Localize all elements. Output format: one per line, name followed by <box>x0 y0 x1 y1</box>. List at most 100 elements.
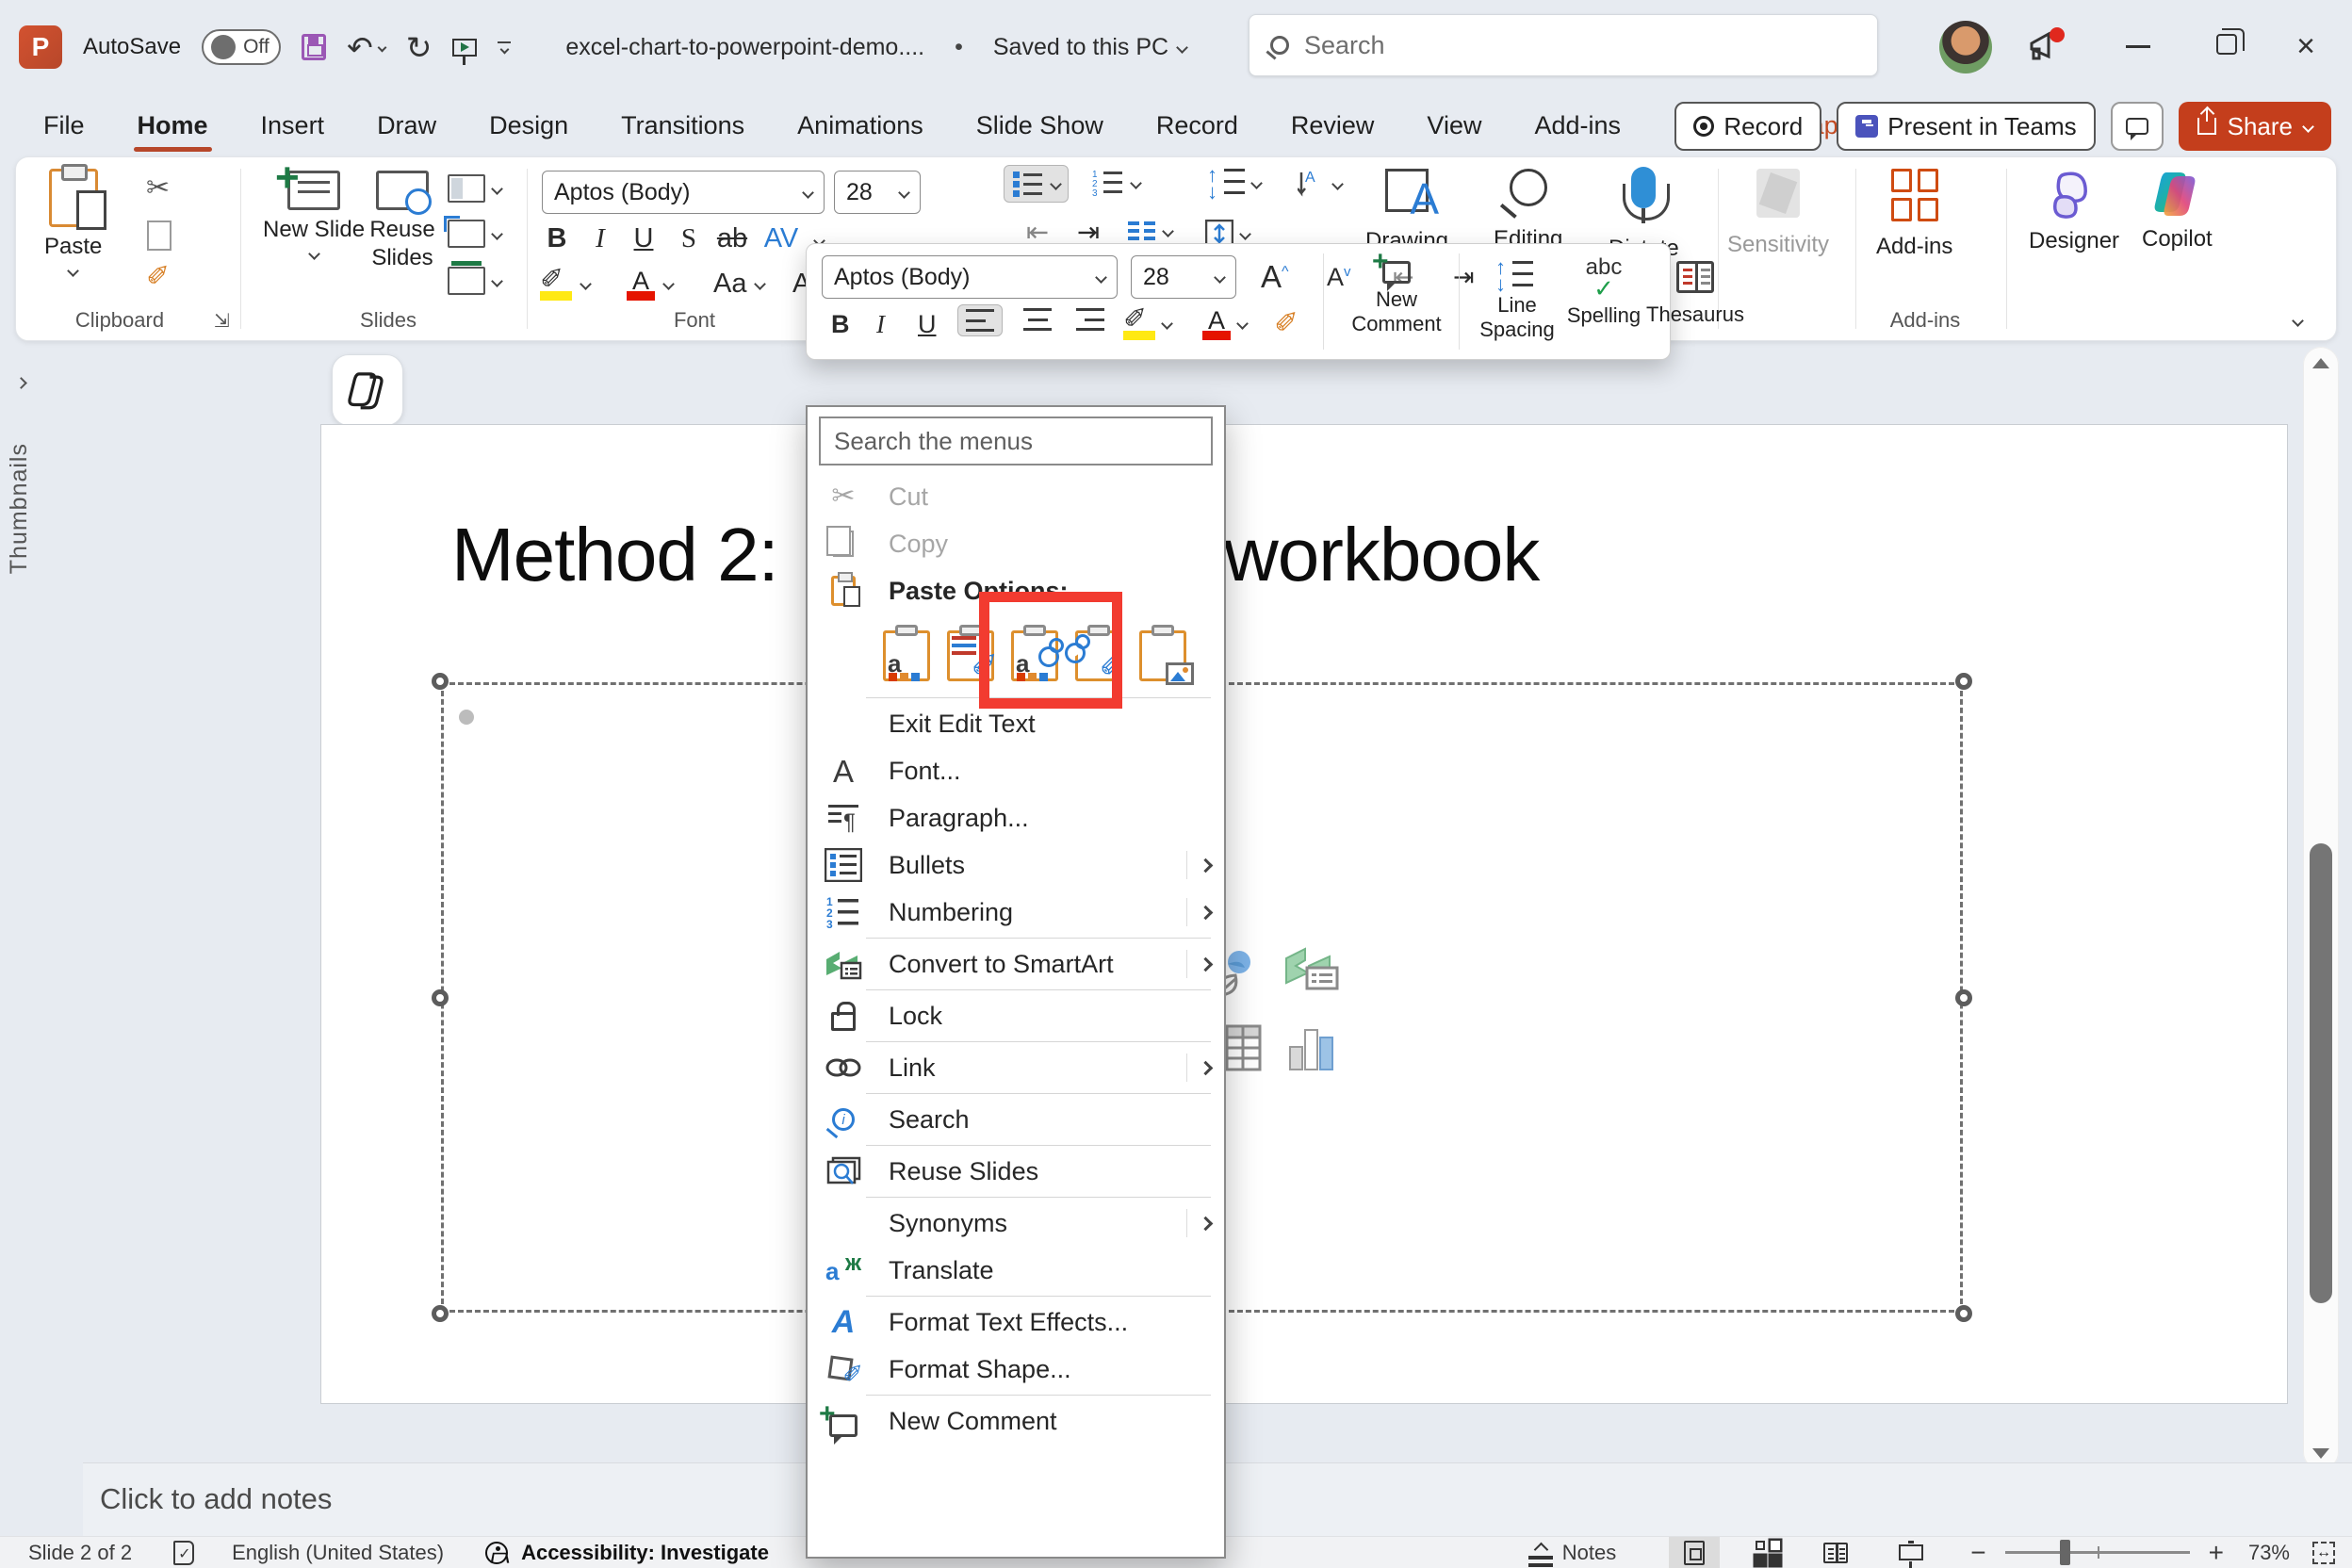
mini-align-left-button[interactable] <box>957 304 1003 336</box>
share-button[interactable]: Share <box>2179 102 2331 151</box>
resize-handle-middle-right[interactable] <box>1955 989 1972 1006</box>
search-input[interactable] <box>1304 31 1775 60</box>
expand-thumbnails-chevron[interactable] <box>15 377 27 389</box>
mini-spelling-button[interactable]: abc✓ Spelling <box>1560 257 1647 328</box>
restore-button[interactable] <box>2216 34 2237 55</box>
menu-item-new-comment[interactable]: New Comment <box>808 1397 1224 1445</box>
vertical-scrollbar[interactable] <box>2303 347 2339 1470</box>
clipboard-dialog-launcher[interactable]: ⇲ <box>214 312 230 331</box>
underline-button[interactable]: U <box>623 223 664 254</box>
scroll-up-arrow[interactable] <box>2312 358 2329 368</box>
numbering-button[interactable]: 123 <box>1085 165 1148 201</box>
mini-highlight-button[interactable] <box>1123 306 1171 340</box>
thumbnails-label[interactable]: Thumbnails <box>6 443 33 574</box>
change-case-button[interactable]: Aa <box>713 269 764 300</box>
mini-italic-button[interactable]: I <box>876 310 885 339</box>
paste-use-destination-theme-embed-button[interactable]: a <box>881 625 932 683</box>
menu-item-bullets[interactable]: Bullets <box>808 841 1224 889</box>
resize-handle-middle-left[interactable] <box>432 989 449 1006</box>
tab-slide-show[interactable]: Slide Show <box>974 104 1105 148</box>
resize-handle-bottom-left[interactable] <box>432 1305 449 1322</box>
resize-handle-top-right[interactable] <box>1955 673 1972 690</box>
toolbar-overflow-button[interactable] <box>498 41 511 54</box>
minimize-button[interactable] <box>2126 45 2150 48</box>
section-button[interactable] <box>448 267 501 295</box>
menu-item-paragraph[interactable]: ¶ Paragraph... <box>808 794 1224 841</box>
paste-button[interactable]: Paste <box>44 169 102 275</box>
bold-button[interactable]: B <box>536 223 578 254</box>
shadow-button[interactable]: S <box>668 223 710 254</box>
tab-record[interactable]: Record <box>1154 104 1240 148</box>
present-in-teams-button[interactable]: Present in Teams <box>1837 102 2095 151</box>
tab-animations[interactable]: Animations <box>795 104 925 148</box>
format-painter-icon[interactable]: ✐ <box>146 263 170 291</box>
menu-item-numbering[interactable]: 123 Numbering <box>808 889 1224 936</box>
language-indicator[interactable]: English (United States) <box>232 1541 444 1565</box>
accessibility-status[interactable]: Accessibility: Investigate <box>521 1541 769 1565</box>
zoom-slider[interactable] <box>2005 1551 2190 1554</box>
saved-status[interactable]: Saved to this PC <box>993 34 1186 61</box>
copy-icon[interactable] <box>154 225 157 245</box>
mini-font-size-select[interactable]: 28 <box>1131 255 1236 299</box>
zoom-out-button[interactable]: − <box>1970 1538 1985 1568</box>
tab-draw[interactable]: Draw <box>375 104 438 148</box>
slide-canvas[interactable]: Method 2: workbook <box>320 424 2288 1404</box>
reading-view-button[interactable] <box>1808 1537 1863 1568</box>
menu-item-format-text-effects[interactable]: A Format Text Effects... <box>808 1298 1224 1346</box>
line-spacing-button[interactable] <box>1205 165 1268 201</box>
close-button[interactable]: × <box>2284 28 2328 65</box>
powerpoint-app-icon[interactable]: P <box>19 25 62 69</box>
normal-view-button[interactable] <box>1669 1537 1720 1568</box>
font-size-select[interactable]: 28 <box>834 171 921 214</box>
menu-item-lock[interactable]: Lock <box>808 992 1224 1039</box>
zoom-level[interactable]: 73% <box>2248 1541 2290 1565</box>
strikethrough-button[interactable]: ab <box>711 223 753 254</box>
zoom-slider-thumb[interactable] <box>2060 1540 2070 1565</box>
mini-align-right-button[interactable] <box>1069 304 1112 335</box>
text-direction-button[interactable]: A <box>1290 165 1349 203</box>
notes-toggle-button[interactable]: Notes <box>1528 1541 1616 1565</box>
proofing-icon[interactable] <box>173 1541 194 1565</box>
cut-icon[interactable]: ✂ <box>146 174 170 203</box>
font-name-select[interactable]: Aptos (Body) <box>542 171 825 214</box>
tab-add-ins[interactable]: Add-ins <box>1532 104 1623 148</box>
mini-new-comment-button[interactable]: New Comment <box>1340 261 1453 337</box>
copilot-button[interactable]: Copilot <box>2142 169 2213 253</box>
slide-layout-button[interactable] <box>448 174 501 203</box>
slide-indicator[interactable]: Slide 2 of 2 <box>28 1541 132 1565</box>
slide-sorter-view-button[interactable] <box>1740 1537 1788 1568</box>
menu-item-format-shape[interactable]: Format Shape... <box>808 1346 1224 1393</box>
smartart-placeholder-icon[interactable] <box>1282 945 1341 1004</box>
paste-picture-button[interactable] <box>1137 625 1188 683</box>
mini-grow-font-button[interactable]: A^ <box>1261 259 1289 295</box>
menu-item-translate[interactable]: Translate <box>808 1247 1224 1294</box>
collapse-ribbon-chevron[interactable] <box>2292 315 2304 327</box>
document-title[interactable]: excel-chart-to-powerpoint-demo.... <box>565 34 924 61</box>
bullets-button[interactable] <box>1004 165 1069 203</box>
menu-item-synonyms[interactable]: Synonyms <box>808 1200 1224 1247</box>
tab-review[interactable]: Review <box>1289 104 1377 148</box>
reuse-slides-button[interactable]: Reuse Slides <box>355 171 449 272</box>
slide-title-suffix[interactable]: workbook <box>1224 512 1539 598</box>
mini-format-painter-button[interactable]: ✐ <box>1274 306 1298 340</box>
notes-placeholder[interactable]: Click to add notes <box>100 1482 332 1516</box>
tab-file[interactable]: File <box>41 104 87 148</box>
mini-thesaurus-button[interactable]: Thesaurus <box>1643 261 1747 327</box>
tab-view[interactable]: View <box>1425 104 1483 148</box>
character-spacing-button[interactable]: AV <box>760 223 802 254</box>
comments-button[interactable] <box>2111 102 2164 151</box>
announcements-icon[interactable] <box>2026 26 2067 68</box>
mini-line-spacing-button[interactable]: Line Spacing <box>1472 261 1562 343</box>
font-color-button[interactable]: A <box>627 267 673 301</box>
italic-button[interactable]: I <box>580 223 621 254</box>
mini-underline-button[interactable]: U <box>918 310 937 339</box>
designer-button[interactable]: Designer <box>2029 169 2119 255</box>
user-avatar[interactable] <box>1939 21 1992 74</box>
menu-item-search[interactable]: i Search <box>808 1096 1224 1143</box>
scrollbar-thumb[interactable] <box>2310 843 2332 1303</box>
mini-font-color-button[interactable]: A <box>1202 306 1247 340</box>
start-slideshow-icon[interactable] <box>452 39 477 57</box>
tab-transitions[interactable]: Transitions <box>619 104 746 148</box>
copilot-slide-button[interactable] <box>332 354 403 426</box>
menu-search-box[interactable] <box>819 416 1213 466</box>
